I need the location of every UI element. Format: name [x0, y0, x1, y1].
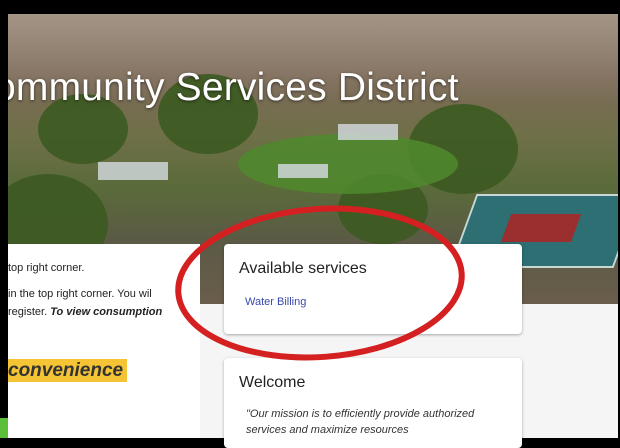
main-content: top right corner. in the top right corne… [8, 244, 618, 448]
screen-bezel-left [0, 0, 8, 438]
welcome-card: Welcome "Our mission is to efficiently p… [224, 358, 522, 448]
instructions-panel: top right corner. in the top right corne… [8, 244, 200, 438]
corner-accent [0, 418, 8, 438]
instructions-line-3-emphasis: To view consumption [50, 306, 163, 318]
instructions-line-2: in the top right corner. You wil [8, 288, 152, 300]
court-paint [500, 214, 582, 242]
hero-shade-canopy [338, 124, 398, 140]
instructions-line-3: register. To view consumption [8, 306, 162, 318]
welcome-title: Welcome [239, 374, 306, 391]
hero-shade-canopy [278, 164, 328, 178]
water-billing-link[interactable]: Water Billing [245, 296, 306, 308]
instructions-line-3-text: register. [8, 306, 51, 318]
mission-statement: "Our mission is to efficiently provide a… [246, 408, 475, 436]
instructions-line-1: top right corner. [8, 262, 85, 274]
convenience-highlight: convenience [8, 359, 128, 382]
screen-bezel-top [0, 0, 620, 14]
hero-shade-canopy [98, 162, 168, 180]
available-services-title: Available services [239, 260, 367, 277]
page-title: ommunity Services District [8, 66, 459, 109]
available-services-card: Available services Water Billing [224, 244, 522, 334]
hero-grass-field [238, 134, 458, 194]
